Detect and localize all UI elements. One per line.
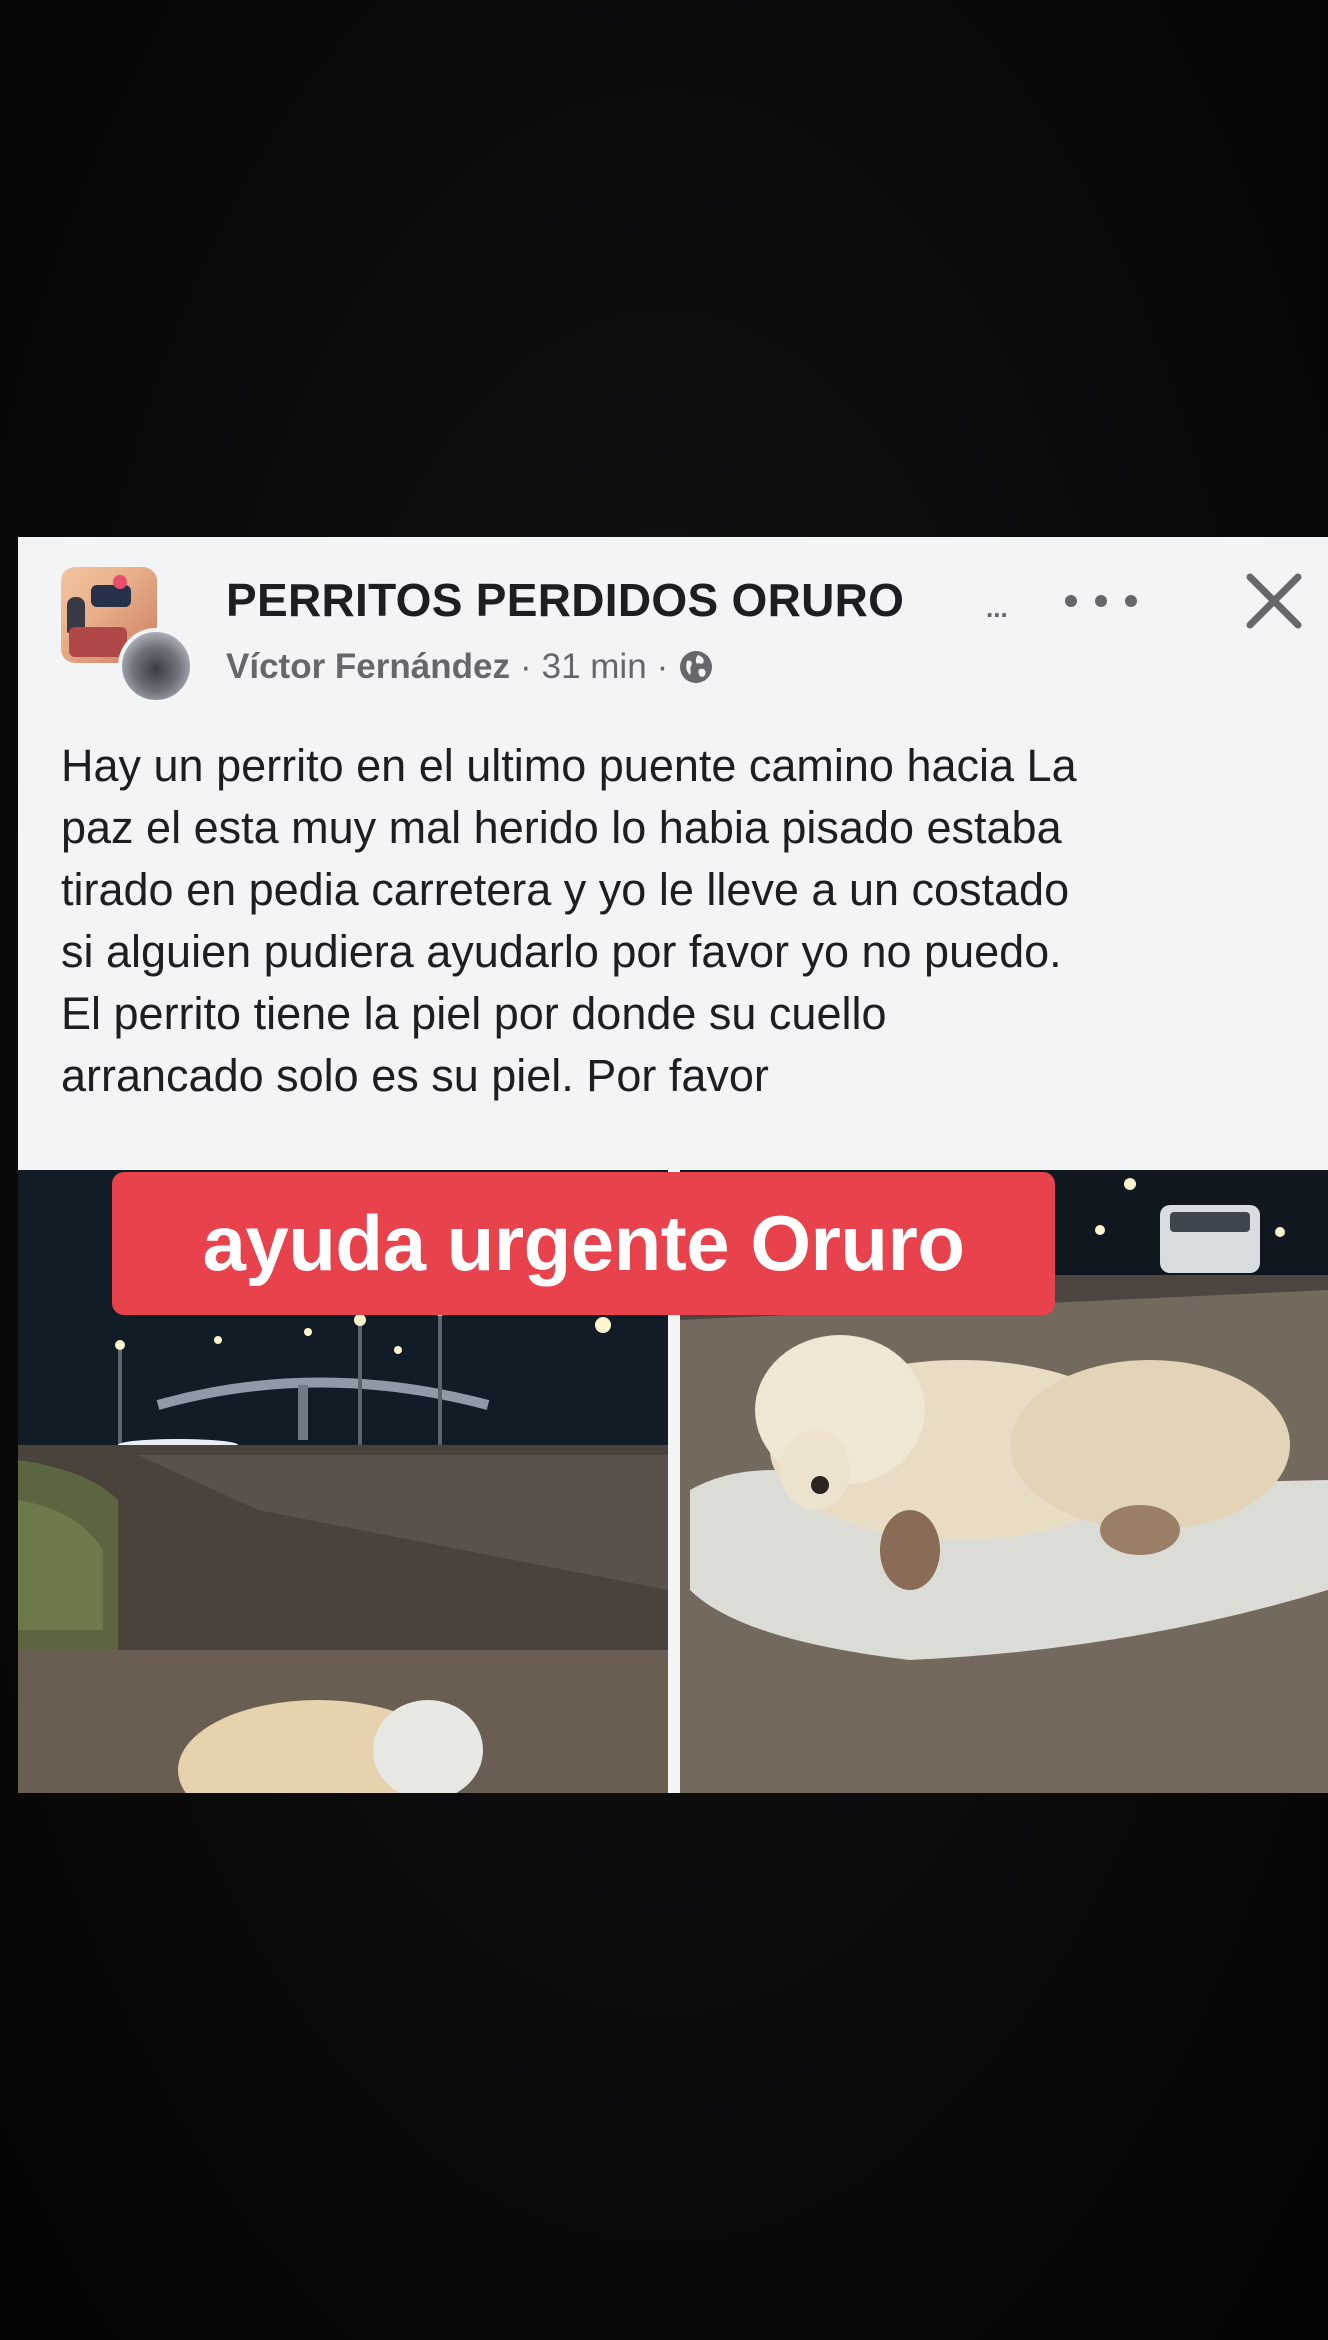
author-name[interactable]: Víctor Fernández — [226, 647, 510, 687]
post-card: PERRITOS PERDIDOS ORURO ... Víctor Ferná… — [18, 537, 1328, 1170]
close-icon[interactable] — [1240, 567, 1308, 635]
meta-separator: · — [656, 647, 669, 686]
post-text-line: si alguien pudiera ayudarlo por favor yo… — [61, 926, 1062, 977]
group-name-ellipsis: ... — [986, 593, 1008, 623]
author-avatar[interactable] — [118, 628, 194, 704]
post-text-line: paz el esta muy mal herido lo habia pisa… — [61, 802, 1062, 853]
post-text-line: Hay un perrito en el ultimo puente camin… — [61, 740, 1077, 791]
more-options-icon[interactable] — [1065, 581, 1137, 621]
banner-text: ayuda urgente Oruro — [202, 1199, 965, 1287]
post-text-line: tirado en pedia carretera y yo le lleve … — [61, 864, 1070, 915]
group-name[interactable]: PERRITOS PERDIDOS ORURO — [226, 573, 904, 627]
post-text-line: El perrito tiene la piel por donde su cu… — [61, 988, 887, 1039]
post-text: Hay un perrito en el ultimo puente camin… — [61, 735, 1301, 1107]
globe-icon — [680, 651, 713, 683]
urgent-help-banner: ayuda urgente Oruro — [112, 1172, 1055, 1315]
post-meta: Víctor Fernández · 31 min · — [226, 642, 714, 692]
meta-separator: · — [519, 647, 532, 686]
post-text-line: arrancado solo es su piel. Por favor — [61, 1050, 769, 1101]
group-name-text[interactable]: PERRITOS PERDIDOS ORURO — [226, 574, 904, 626]
post-time[interactable]: 31 min — [542, 647, 647, 687]
